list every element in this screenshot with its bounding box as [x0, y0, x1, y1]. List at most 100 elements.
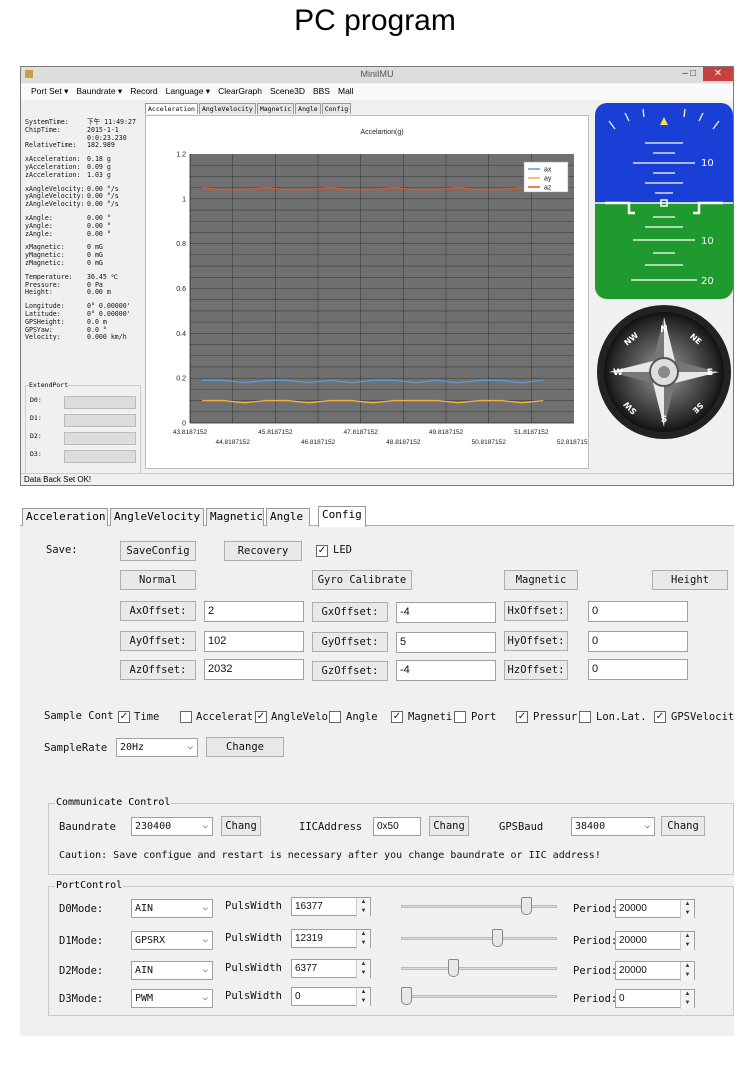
port-d3-slider-thumb[interactable] — [401, 987, 412, 1005]
menu-mall[interactable]: Mall — [334, 84, 358, 98]
cfg-tab-config[interactable]: Config — [318, 506, 366, 527]
menu-scene3d[interactable]: Scene3D — [266, 84, 309, 98]
magnetic-button[interactable]: Magnetic — [504, 570, 578, 590]
x-tick-label: 46.8187152 — [301, 439, 336, 446]
reading-row: ChipTime: 2015-1-1 — [25, 126, 145, 135]
led-checkbox[interactable]: ✓ — [316, 545, 328, 557]
port-d0-period-value: 20000 — [619, 903, 647, 914]
spinner-icon[interactable]: ▲ ▼ — [356, 988, 370, 1007]
sample-gpsvelocity-checkbox[interactable]: ✓ — [654, 711, 666, 723]
hx-offset-input[interactable]: 0 — [588, 601, 688, 622]
gps-baud-change-button[interactable]: Chang — [661, 816, 705, 836]
recovery-button[interactable]: Recovery — [224, 541, 302, 561]
port-d0-pulswidth-input[interactable]: 16377 ▲ ▼ — [291, 897, 371, 917]
port-d0-period-label: Period: — [573, 903, 618, 915]
sample-rate-select[interactable]: 20Hz ⌵ — [116, 738, 198, 757]
sample-anglevelocity-label: AngleVelo — [271, 711, 328, 723]
gyro-calibrate-button[interactable]: Gyro Calibrate — [312, 570, 412, 590]
hz-offset-input[interactable]: 0 — [588, 659, 688, 680]
port-d2-pulswidth-input[interactable]: 6377 ▲ ▼ — [291, 959, 371, 979]
port-d0-mode-value: AIN — [135, 903, 154, 914]
title-bar: MiniIMU – □ ✕ — [21, 67, 733, 83]
menu-baundrate[interactable]: Baundrate ▾ — [72, 84, 126, 99]
menu-record[interactable]: Record — [126, 84, 161, 98]
sample-acceleration-checkbox[interactable] — [180, 711, 192, 723]
compass-e: E — [707, 368, 713, 378]
port-d1-pulswidth-input[interactable]: 12319 ▲ ▼ — [291, 929, 371, 949]
port-d1-mode-select[interactable]: GPSRX ⌵ — [131, 931, 213, 950]
port-d1-slider-thumb[interactable] — [491, 929, 503, 947]
reading-value: 0.000 km/h — [87, 333, 127, 342]
cfg-tab-magnetic[interactable]: Magnetic — [206, 508, 264, 526]
sample-magnetic-checkbox[interactable]: ✓ — [391, 711, 403, 723]
port-d2-slider-track[interactable] — [401, 967, 557, 970]
sample-time-checkbox[interactable]: ✓ — [118, 711, 130, 723]
port-d1-slider-track[interactable] — [401, 937, 557, 940]
reading-value: 1.03 g — [87, 170, 111, 179]
save-config-button[interactable]: SaveConfig — [120, 541, 196, 561]
sample-lonlat-checkbox[interactable] — [579, 711, 591, 723]
ay-offset-input[interactable]: 102 — [204, 631, 304, 652]
sample-rate-change-button[interactable]: Change — [206, 737, 284, 757]
baudrate-change-button[interactable]: Chang — [221, 816, 261, 836]
spinner-icon[interactable]: ▲ ▼ — [680, 932, 694, 951]
spinner-icon[interactable]: ▲ ▼ — [356, 898, 370, 917]
reading-row: zMagnetic: 0 mG — [25, 259, 145, 268]
spinner-icon[interactable]: ▲ ▼ — [680, 990, 694, 1009]
gps-baud-select[interactable]: 38400 ⌵ — [571, 817, 655, 836]
tab-acceleration[interactable]: Acceleration — [145, 103, 198, 114]
save-label: Save: — [46, 544, 78, 556]
reading-value: 0.00 ° — [87, 229, 111, 238]
spinner-icon[interactable]: ▲ ▼ — [356, 960, 370, 979]
maximize-button[interactable]: □ — [681, 67, 705, 81]
gz-offset-input[interactable]: -4 — [396, 660, 496, 681]
port-d2-period-input[interactable]: 20000 ▲ ▼ — [615, 961, 695, 981]
iic-change-button[interactable]: Chang — [429, 816, 469, 836]
gy-offset-input[interactable]: 5 — [396, 632, 496, 653]
port-d3-label: D3: — [30, 450, 42, 458]
compass-indicator: N E S W NE SE SW NW — [595, 303, 733, 441]
port-d0-slider-thumb[interactable] — [520, 897, 532, 915]
port-d0-period-input[interactable]: 20000 ▲ ▼ — [615, 899, 695, 919]
close-button[interactable]: ✕ — [703, 67, 733, 81]
tab-angle[interactable]: Angle — [295, 103, 321, 114]
port-d0-mode-select[interactable]: AIN ⌵ — [131, 899, 213, 918]
port-d2-mode-select[interactable]: AIN ⌵ — [131, 961, 213, 980]
sample-lonlat-label: Lon.Lat. — [596, 711, 647, 723]
spinner-icon[interactable]: ▲ ▼ — [680, 962, 694, 981]
port-control-group: PortControl D0Mode: AIN ⌵ PulsWidth 16377 ▲ ▼ P… — [48, 880, 734, 1016]
cfg-tab-angle[interactable]: Angle — [266, 508, 310, 526]
normal-button[interactable]: Normal — [120, 570, 196, 590]
gx-offset-input[interactable]: -4 — [396, 602, 496, 623]
cfg-tab-acceleration[interactable]: Acceleration — [22, 508, 108, 526]
port-d2-slider-thumb[interactable] — [447, 959, 459, 977]
menu-language[interactable]: Language ▾ — [162, 84, 214, 99]
az-offset-input[interactable]: 2032 — [204, 659, 304, 680]
menu-cleargraph[interactable]: ClearGraph — [214, 84, 266, 98]
sample-angle-checkbox[interactable] — [329, 711, 341, 723]
attitude-indicator-graphic: 10 10 20 — [595, 103, 733, 299]
sample-port-checkbox[interactable] — [454, 711, 466, 723]
menu-port-set[interactable]: Port Set ▾ — [21, 84, 72, 99]
cfg-tab-anglevelocity[interactable]: AngleVelocity — [110, 508, 204, 526]
port-d3-slider-track[interactable] — [401, 995, 557, 998]
tab-magnetic[interactable]: Magnetic — [256, 103, 295, 114]
port-d3-period-input[interactable]: 0 ▲ ▼ — [615, 989, 695, 1009]
spinner-icon[interactable]: ▲ ▼ — [680, 900, 694, 919]
iic-address-input[interactable]: 0x50 — [373, 817, 421, 836]
port-d3-mode-select[interactable]: PWM ⌵ — [131, 989, 213, 1008]
ax-offset-input[interactable]: 2 — [204, 601, 304, 622]
menu-bbs[interactable]: BBS — [309, 84, 334, 98]
port-d3-pulswidth-input[interactable]: 0 ▲ ▼ — [291, 987, 371, 1007]
tab-config[interactable]: Config — [321, 103, 352, 114]
iic-address-label: IICAddress — [299, 821, 363, 833]
port-d0-slider-track[interactable] — [401, 905, 557, 908]
hy-offset-input[interactable]: 0 — [588, 631, 688, 652]
port-d1-period-input[interactable]: 20000 ▲ ▼ — [615, 931, 695, 951]
spinner-icon[interactable]: ▲ ▼ — [356, 930, 370, 949]
sample-pressure-checkbox[interactable]: ✓ — [516, 711, 528, 723]
baudrate-select[interactable]: 230400 ⌵ — [131, 817, 213, 836]
tab-anglevelocity[interactable]: AngleVelocity — [198, 103, 256, 114]
height-button[interactable]: Height — [652, 570, 728, 590]
sample-anglevelocity-checkbox[interactable]: ✓ — [255, 711, 267, 723]
